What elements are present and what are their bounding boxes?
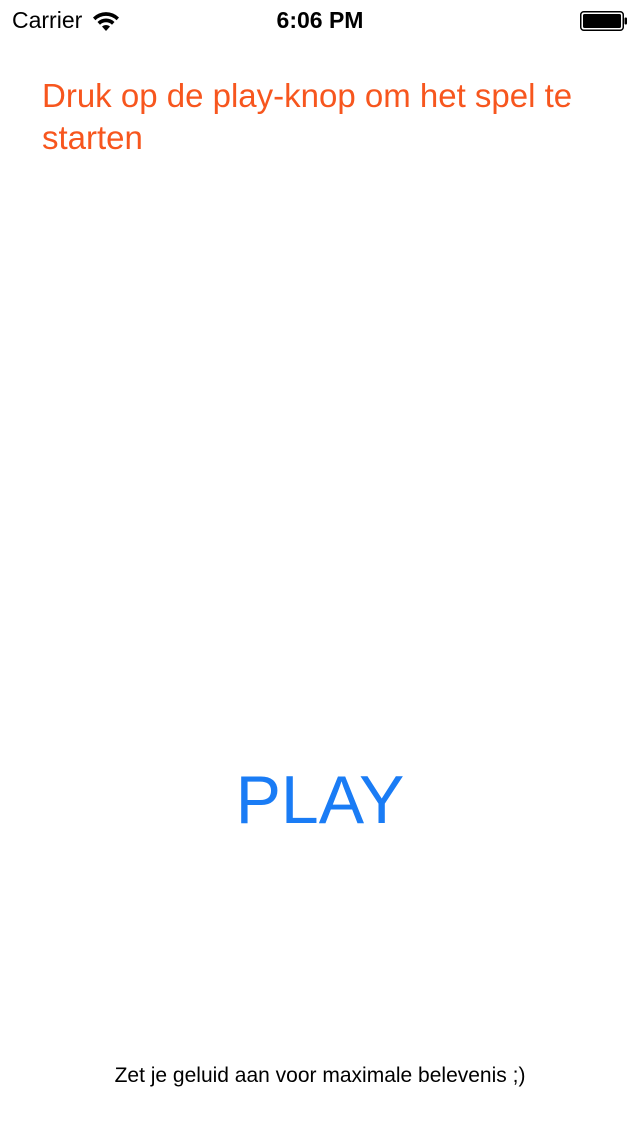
status-bar: Carrier 6:06 PM xyxy=(0,0,640,40)
play-button[interactable]: PLAY xyxy=(0,760,640,840)
instruction-text: Druk op de play-knop om het spel te star… xyxy=(42,77,573,156)
battery-full-icon xyxy=(580,11,627,31)
status-time: 6:06 PM xyxy=(276,7,364,33)
sound-hint-text: Zet je geluid aan voor maximale beleveni… xyxy=(114,1064,526,1087)
game-start-screen: Carrier 6:06 PM Druk op de play-knop om … xyxy=(0,0,640,1136)
